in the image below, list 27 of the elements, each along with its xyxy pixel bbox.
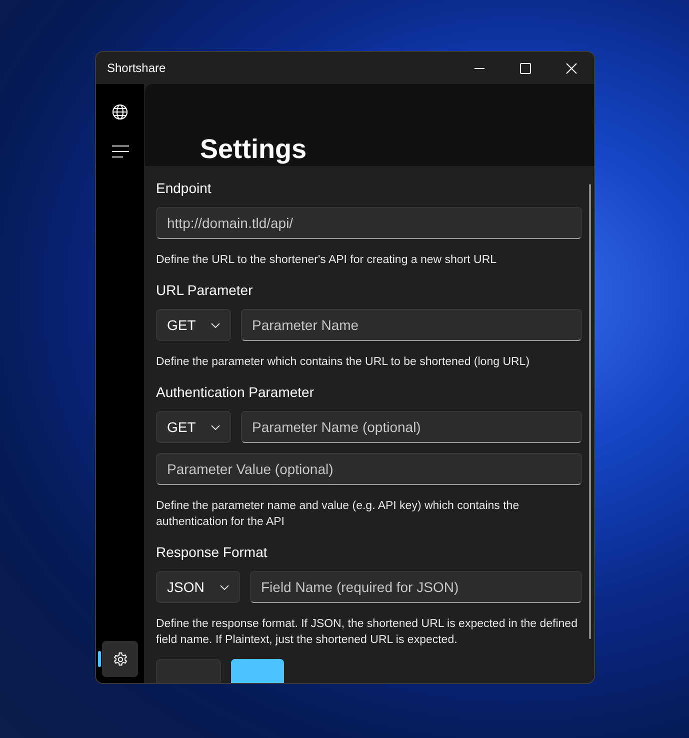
input-field[interactable]: Parameter Name (optional) — [241, 411, 582, 443]
section-label: Response Format — [156, 543, 268, 562]
maximize-icon — [520, 62, 530, 74]
section-label: URL Parameter — [156, 281, 253, 300]
menu-icon — [112, 144, 128, 158]
settings-icon — [112, 652, 128, 666]
help-text: Define the response format. If JSON, the shortened URL is expected in the defined field name. If Plaintext, just the shortened URL is expected. — [156, 617, 578, 648]
help-text: Define the parameter name and value (e.g. API key) which contains the authentication for the API — [156, 499, 520, 530]
method-dropdown[interactable]: GET — [156, 309, 231, 341]
globe-icon — [112, 104, 128, 120]
section-label: Authentication Parameter — [156, 383, 314, 402]
chevron-down-icon — [211, 322, 220, 328]
input-field[interactable]: Parameter Value (optional) — [156, 453, 582, 485]
scrollbar[interactable] — [589, 184, 591, 639]
chevron-down-icon — [211, 424, 220, 430]
section-label: Endpoint — [156, 179, 212, 198]
help-text: Define the parameter which contains the URL to be shortened (long URL) — [156, 355, 530, 370]
method-dropdown[interactable]: JSON — [156, 571, 240, 603]
input-field[interactable]: http://domain.tld/api/ — [156, 207, 582, 239]
input-field[interactable]: Field Name (required for JSON) — [250, 571, 582, 603]
input-field[interactable]: Parameter Name — [241, 309, 582, 341]
chevron-down-icon — [220, 584, 229, 590]
page-title: Settings — [200, 133, 307, 166]
help-text: Define the URL to the shortener's API for creating a new short URL — [156, 253, 497, 268]
method-dropdown[interactable]: GET — [156, 411, 231, 443]
close-icon — [566, 62, 576, 74]
window-title: Shortshare — [106, 61, 167, 75]
